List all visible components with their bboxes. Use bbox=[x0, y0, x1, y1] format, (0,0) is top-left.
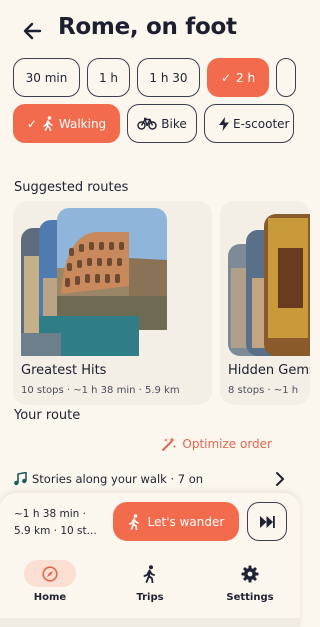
mode-chip-walking[interactable]: ✓ Walking bbox=[13, 104, 120, 143]
mode-chip-row: ✓ Walking Bike E-scooter bbox=[13, 104, 294, 143]
route-name: Hidden Gems bbox=[228, 363, 310, 378]
chip-label: Walking bbox=[58, 116, 107, 131]
walk-icon bbox=[143, 564, 155, 583]
lets-wander-label: Let's wander bbox=[147, 514, 225, 529]
nav-active-indicator bbox=[24, 560, 76, 587]
chevron-right-icon bbox=[276, 472, 284, 486]
duration-chip-30min[interactable]: 30 min bbox=[13, 58, 80, 97]
nav-label-home: Home bbox=[33, 592, 67, 603]
route-summary: ~1 h 38 min · 5.9 km · 10 st... bbox=[14, 506, 110, 540]
compass-icon bbox=[42, 565, 58, 582]
chip-label: 1 h bbox=[98, 70, 119, 85]
duration-chip-row: 30 min 1 h 1 h 30 ✓ 2 h bbox=[13, 58, 296, 97]
arrow-left-icon bbox=[23, 22, 42, 40]
route-photo-stack bbox=[228, 214, 310, 356]
nav-item-settings[interactable]: Settings bbox=[210, 560, 290, 603]
duration-chip-1h[interactable]: 1 h bbox=[87, 58, 130, 97]
bottom-navigation: Home Trips Settings bbox=[0, 560, 300, 608]
chip-label: Bike bbox=[161, 116, 187, 131]
nav-item-home[interactable]: Home bbox=[10, 560, 90, 603]
system-gesture-bar bbox=[0, 618, 300, 627]
optimize-order-button[interactable]: Optimize order bbox=[161, 436, 272, 452]
route-card-hidden-gems[interactable]: Hidden Gems 8 stops · ~1 h bbox=[220, 201, 310, 405]
route-summary-line1: ~1 h 38 min · bbox=[14, 508, 86, 520]
chip-label: 30 min bbox=[25, 70, 68, 85]
app-header: Rome, on foot bbox=[0, 0, 300, 56]
bike-icon bbox=[137, 117, 157, 130]
duration-chip-1h30[interactable]: 1 h 30 bbox=[137, 58, 200, 97]
suggested-routes-heading: Suggested routes bbox=[14, 180, 129, 195]
walk-icon bbox=[128, 513, 139, 530]
route-photo-stack bbox=[21, 208, 167, 356]
check-icon: ✓ bbox=[26, 116, 37, 131]
duration-chip-more[interactable] bbox=[276, 58, 296, 97]
walk-icon bbox=[43, 116, 53, 131]
chip-label: 1 h 30 bbox=[149, 70, 188, 85]
skip-forward-button[interactable] bbox=[247, 502, 287, 541]
mode-chip-escooter[interactable]: E-scooter bbox=[204, 104, 294, 143]
magic-wand-icon bbox=[162, 437, 177, 451]
route-card-greatest-hits[interactable]: Greatest Hits 10 stops · ~1 h 38 min · 5… bbox=[13, 201, 212, 405]
route-meta: 8 stops · ~1 h bbox=[228, 385, 299, 396]
bolt-icon bbox=[219, 116, 229, 131]
nav-label-settings: Settings bbox=[226, 592, 274, 603]
your-route-heading: Your route bbox=[14, 408, 81, 423]
fast-forward-icon bbox=[260, 515, 275, 528]
lets-wander-button[interactable]: Let's wander bbox=[113, 502, 239, 541]
nav-item-trips[interactable]: Trips bbox=[110, 560, 190, 603]
back-button[interactable] bbox=[20, 18, 46, 44]
route-meta: 10 stops · ~1 h 38 min · 5.9 km bbox=[21, 385, 180, 396]
nav-label-trips: Trips bbox=[136, 592, 164, 603]
page-title: Rome, on foot bbox=[58, 14, 237, 40]
optimize-order-label: Optimize order bbox=[182, 437, 272, 451]
gear-icon bbox=[241, 565, 259, 582]
route-summary-line2: 5.9 km · 10 st... bbox=[14, 525, 97, 537]
route-name: Greatest Hits bbox=[21, 363, 107, 378]
stories-row[interactable]: Stories along your walk · 7 on bbox=[13, 470, 287, 488]
chip-label: 2 h bbox=[236, 70, 256, 85]
duration-chip-2h[interactable]: ✓ 2 h bbox=[207, 58, 269, 97]
music-note-icon bbox=[14, 472, 27, 486]
stories-label: Stories along your walk · 7 on bbox=[32, 472, 204, 486]
chip-label: E-scooter bbox=[233, 116, 290, 131]
check-icon: ✓ bbox=[220, 70, 231, 85]
mode-chip-bike[interactable]: Bike bbox=[127, 104, 197, 143]
